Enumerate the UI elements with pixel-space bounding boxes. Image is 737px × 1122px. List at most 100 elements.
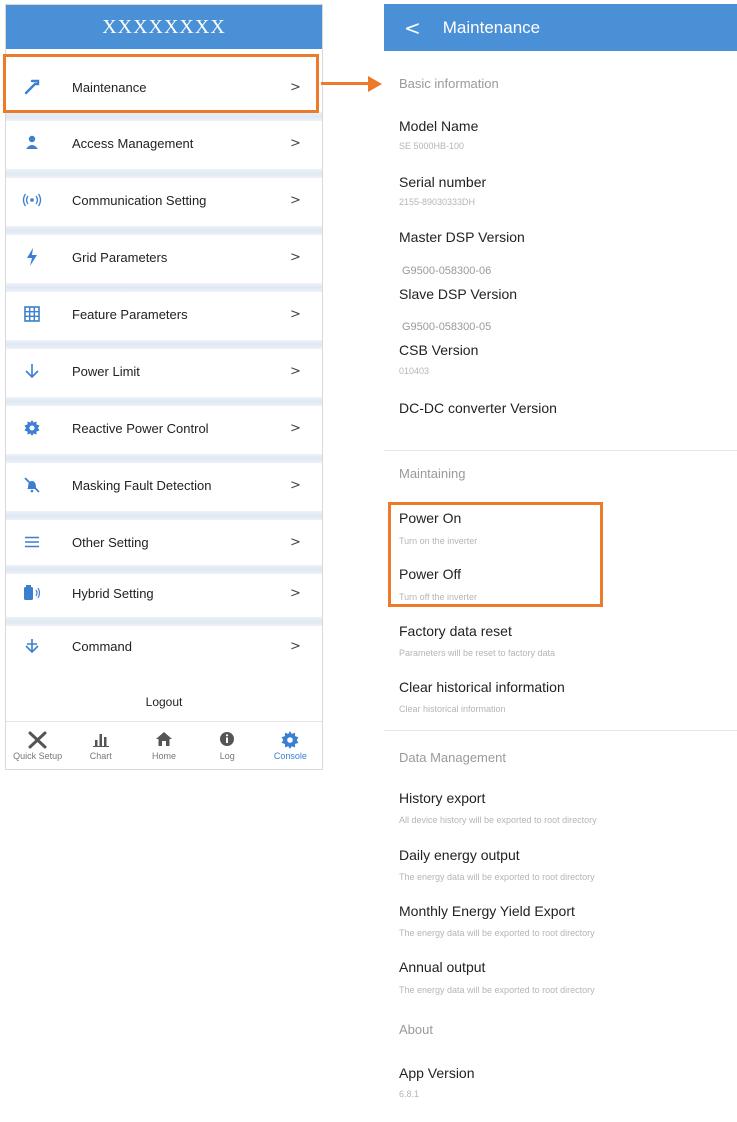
nav-home[interactable]: Home: [132, 722, 195, 769]
info-title: Master DSP Version: [399, 229, 525, 245]
down-arrow-icon: [22, 636, 42, 656]
nav-label: Home: [152, 750, 177, 761]
action-title: History export: [399, 790, 486, 806]
info-title: App Version: [399, 1065, 475, 1081]
section-header: Maintaining: [399, 466, 466, 481]
chart-icon: [92, 731, 110, 751]
divider: [6, 511, 322, 520]
menu-item-grid-parameters[interactable]: Grid Parameters >: [6, 235, 322, 279]
divider: [6, 283, 322, 292]
divider: [6, 454, 322, 463]
section-header: About: [399, 1022, 433, 1037]
nav-console[interactable]: Console: [259, 722, 322, 769]
menu-label: Hybrid Setting: [72, 585, 154, 601]
menu-item-hybrid-setting[interactable]: Hybrid Setting >: [6, 571, 322, 615]
info-value: 010403: [399, 366, 430, 376]
info-title: Serial number: [399, 174, 487, 190]
action-desc: Clear historical information: [399, 704, 506, 714]
divider: [6, 226, 322, 235]
chevron-right-icon: >: [290, 638, 301, 654]
person-icon: [22, 133, 42, 153]
highlight-box: [388, 502, 603, 607]
action-title: Monthly Energy Yield Export: [399, 903, 575, 919]
divider: [6, 340, 322, 349]
action-desc: Parameters will be reset to factory data: [399, 648, 556, 658]
menu-label: Communication Setting: [72, 192, 207, 208]
menu-label: Power Limit: [72, 363, 140, 379]
divider: [6, 112, 322, 121]
menu-item-power-limit[interactable]: Power Limit >: [6, 349, 322, 393]
bottom-nav: Quick Setup Chart Home Log Console: [6, 721, 322, 769]
divider: [384, 450, 737, 451]
divider: [6, 397, 322, 406]
nav-chart[interactable]: Chart: [69, 722, 132, 769]
nav-log[interactable]: Log: [196, 722, 259, 769]
info-icon: [219, 731, 235, 751]
gear-icon: [22, 418, 42, 438]
menu-label: Feature Parameters: [72, 306, 188, 322]
menu-label: Grid Parameters: [72, 249, 168, 265]
info-value: G9500-058300-06: [402, 265, 492, 277]
nav-label: Console: [273, 750, 307, 761]
action-desc: The energy data will be exported to root…: [399, 928, 595, 938]
menu-item-communication-setting[interactable]: Communication Setting >: [6, 178, 322, 222]
menu-item-feature-parameters[interactable]: Feature Parameters >: [6, 292, 322, 336]
info-title: CSB Version: [399, 342, 479, 358]
bell-off-icon: [22, 475, 42, 495]
chevron-right-icon: >: [290, 420, 301, 436]
info-value: SE 5000HB-100: [399, 141, 465, 151]
arrow-line: [321, 82, 371, 85]
highlight-box: [3, 54, 319, 113]
divider: [6, 169, 322, 178]
menu-label: Command: [72, 638, 132, 654]
grid-icon: [22, 304, 42, 324]
menu-label: Access Management: [72, 135, 194, 151]
action-desc: The energy data will be exported to root…: [399, 985, 595, 995]
chevron-right-icon: >: [290, 135, 301, 151]
info-title: Model Name: [399, 118, 479, 134]
logout-button[interactable]: Logout: [6, 695, 322, 709]
menu-item-reactive-power-control[interactable]: Reactive Power Control >: [6, 406, 322, 450]
nav-label: Chart: [89, 750, 112, 761]
chevron-right-icon: >: [290, 534, 301, 550]
action-desc: All device history will be exported to r…: [399, 815, 597, 825]
tools-icon: [28, 731, 48, 751]
chevron-right-icon: >: [290, 306, 301, 322]
section-header: Data Management: [399, 750, 506, 765]
action-title: Clear historical information: [399, 679, 565, 695]
console-screen: XXXXXXXX Maintenance > Access Management…: [5, 4, 323, 770]
action-title: Factory data reset: [399, 623, 512, 639]
chevron-right-icon: >: [290, 477, 301, 493]
app-header: XXXXXXXX: [6, 5, 322, 49]
nav-label: Quick Setup: [13, 750, 63, 761]
chevron-right-icon: >: [290, 363, 301, 379]
signal-icon: [22, 190, 42, 210]
info-value: 6.8.1: [399, 1089, 420, 1099]
menu-item-access-management[interactable]: Access Management >: [6, 121, 322, 165]
down-arrow-icon: [22, 361, 42, 381]
bolt-icon: [22, 247, 42, 267]
nav-quick-setup[interactable]: Quick Setup: [6, 722, 69, 769]
menu-label: Reactive Power Control: [72, 420, 209, 436]
gear-icon: [281, 730, 299, 751]
info-value: 2155-89030333DH: [399, 197, 476, 207]
app-title: XXXXXXXX: [102, 15, 226, 38]
chevron-right-icon: >: [290, 192, 301, 208]
menu-item-masking-fault-detection[interactable]: Masking Fault Detection >: [6, 463, 322, 507]
chevron-right-icon: >: [290, 585, 301, 601]
action-desc: The energy data will be exported to root…: [399, 872, 595, 882]
action-title: Daily energy output: [399, 847, 520, 863]
menu-item-command[interactable]: Command >: [6, 624, 322, 668]
section-header: Basic information: [399, 76, 499, 91]
screen-title: Maintenance: [442, 17, 541, 37]
info-value: G9500-058300-05: [402, 321, 492, 333]
chevron-right-icon: >: [290, 249, 301, 265]
nav-label: Log: [219, 750, 235, 761]
back-icon[interactable]: <: [404, 16, 421, 40]
menu-label: Masking Fault Detection: [72, 477, 212, 493]
action-title: Annual output: [399, 959, 486, 975]
info-title: DC-DC converter Version: [399, 400, 557, 416]
info-title: Slave DSP Version: [399, 286, 518, 302]
menu-item-other-setting[interactable]: Other Setting >: [6, 520, 322, 564]
divider: [384, 730, 737, 731]
